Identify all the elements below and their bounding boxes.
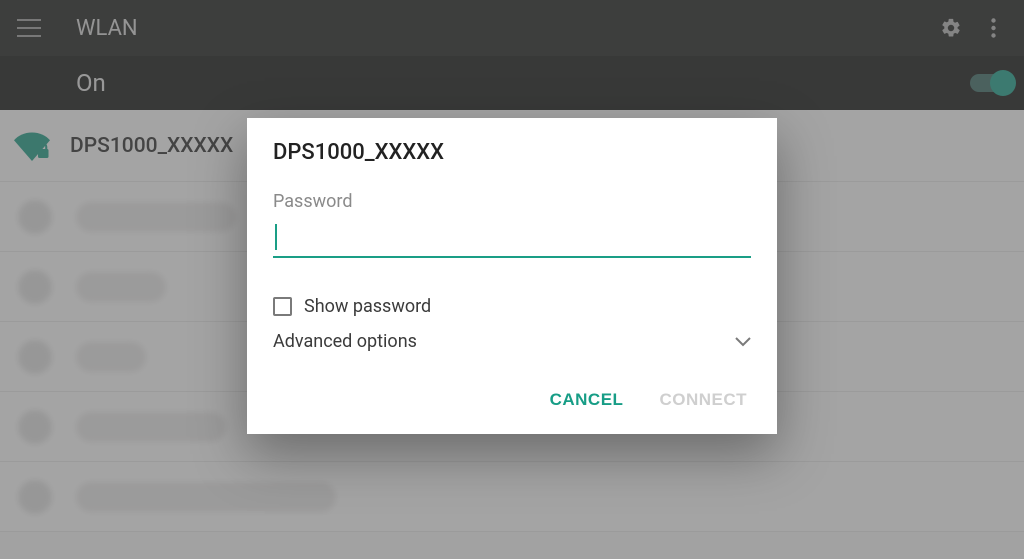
connect-button[interactable]: CONNECT (655, 380, 751, 420)
advanced-options-label: Advanced options (273, 331, 417, 352)
cancel-button[interactable]: CANCEL (546, 380, 628, 420)
wifi-password-dialog: DPS1000_XXXXX Password Show password Adv… (247, 118, 777, 434)
chevron-down-icon (735, 332, 751, 351)
dialog-actions: CANCEL CONNECT (273, 380, 751, 420)
show-password-label: Show password (304, 296, 431, 317)
text-caret (275, 224, 277, 250)
dialog-title: DPS1000_XXXXX (273, 140, 751, 165)
modal-scrim[interactable]: DPS1000_XXXXX Password Show password Adv… (0, 0, 1024, 559)
password-field-label: Password (273, 191, 751, 212)
password-input-wrap (273, 222, 751, 258)
password-input[interactable] (273, 222, 751, 256)
show-password-row[interactable]: Show password (273, 296, 751, 317)
show-password-checkbox[interactable] (273, 297, 292, 316)
advanced-options-row[interactable]: Advanced options (273, 331, 751, 352)
